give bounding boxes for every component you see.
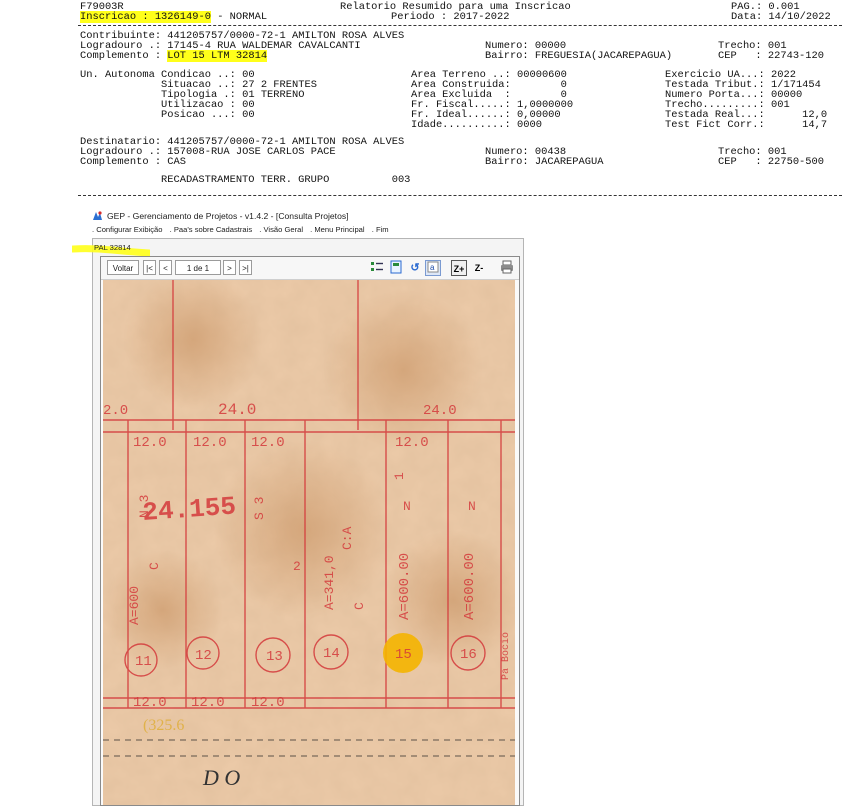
plan-vertical-text: A=600	[127, 586, 142, 625]
plan-drawing: 2.0 24.0 24.0 12.0 12.0 12.0 12.0 24.155…	[103, 280, 515, 805]
lot-number: 14	[323, 646, 340, 662]
dest-cep: CEP : 22750-500	[718, 156, 825, 168]
exercicio-block: Exercicio UA...: 2022 Testada Tribut.: 1…	[665, 69, 828, 131]
back-button[interactable]: Voltar	[107, 260, 139, 275]
first-page-icon[interactable]: |<	[143, 260, 156, 275]
inscricao-status: - NORMAL	[210, 11, 268, 23]
plan-vertical-text: A=600.00	[397, 553, 413, 620]
lot-number: 12	[195, 648, 212, 664]
svg-text:a: a	[430, 263, 435, 272]
complemento-line: Complemento : LOT 15 LTM 32814	[80, 50, 268, 62]
next-page-icon[interactable]: >	[223, 260, 236, 275]
dim-label: 24.0	[423, 403, 457, 419]
lot-number: 16	[460, 647, 477, 663]
zoom-out-icon[interactable]: Z-	[471, 260, 487, 276]
plan-vertical-text: A=341,0	[322, 555, 337, 610]
fit-page-icon[interactable]	[388, 260, 404, 276]
menu-item-visao-geral[interactable]: . Visão Geral	[259, 225, 303, 234]
complemento-highlight: LOT 15 LTM 32814	[167, 50, 268, 62]
tab-pal[interactable]: PAL 32814	[94, 243, 131, 252]
viewer-toolbar: Voltar |< < 1 de 1 > >| ↺ a Z+ Z-	[101, 257, 519, 280]
cep: CEP : 22743-120	[718, 50, 825, 62]
lot-width-label: 12.0	[251, 435, 285, 451]
periodo: Periodo : 2017-2022	[391, 11, 510, 23]
gep-window: GEP - Gerenciamento de Projetos - v1.4.2…	[69, 208, 526, 806]
page-indicator-input[interactable]: 1 de 1	[175, 260, 221, 275]
menu-item-fim[interactable]: . Fim	[372, 225, 389, 234]
scanned-plan-image: 2.0 24.0 24.0 12.0 12.0 12.0 12.0 24.155…	[103, 280, 515, 805]
lot-number: 11	[135, 654, 152, 670]
lot-number: 13	[266, 649, 283, 665]
plan-vertical-text: C	[352, 602, 367, 610]
plan-vertical-text: C:A	[340, 526, 355, 550]
lot-width-label: 12.0	[395, 435, 429, 451]
area-block: Area Terreno ..: 00000600 Area Construid…	[411, 69, 574, 131]
unidade-autonoma-block: Un. Autonoma Condicao ..: 00 Situacao ..…	[80, 69, 317, 121]
inscricao-line: Inscricao : 1326149-0 - NORMAL	[80, 11, 268, 23]
complemento-label: Complemento :	[80, 50, 168, 62]
lot-width-label: 12.0	[193, 435, 227, 451]
dest-complemento: Complemento : CAS	[80, 156, 187, 168]
plan-code-label: (325.6	[143, 717, 184, 734]
menu-item-paas[interactable]: . Paa's sobre Cadastrais	[170, 225, 253, 234]
plan-vertical-text: S 3	[252, 497, 267, 520]
refresh-icon[interactable]: ↺	[407, 260, 423, 276]
recadastramento: RECADASTRAMENTO TERR. GRUPO 003	[161, 174, 411, 186]
print-icon[interactable]	[499, 260, 515, 276]
lot-width-label: 12.0	[133, 695, 167, 711]
plan-vertical-text: Pa Bocio	[500, 632, 512, 680]
lot-number: 15	[395, 647, 412, 663]
separator	[78, 25, 842, 26]
window-title-bar: GEP - Gerenciamento de Projetos - v1.4.2…	[92, 210, 349, 221]
last-page-icon[interactable]: >|	[239, 260, 252, 275]
text-icon[interactable]: a	[425, 260, 441, 276]
bairro: Bairro: FREGUESIA(JACAREPAGUA)	[485, 50, 673, 62]
dest-bairro: Bairro: JACAREPAGUA	[485, 156, 604, 168]
menu-bar: . Configurar Exibição . Paa's sobre Cada…	[92, 225, 394, 234]
viewer-panel: Voltar |< < 1 de 1 > >| ↺ a Z+ Z- 2.0 24…	[100, 256, 520, 806]
plan-bottom-text: D O	[202, 765, 240, 790]
plan-vertical-text: N 3	[137, 495, 152, 518]
inscricao-highlight: Inscricao : 1326149-0	[80, 11, 211, 23]
menu-item-configurar[interactable]: . Configurar Exibição	[92, 225, 163, 234]
dim-label: 24.0	[218, 401, 256, 419]
prev-page-icon[interactable]: <	[159, 260, 172, 275]
layout-icon[interactable]	[369, 260, 385, 276]
lot-width-label: 12.0	[133, 435, 167, 451]
lot-width-label: 12.0	[251, 695, 285, 711]
zoom-in-icon[interactable]: Z+	[451, 260, 467, 276]
plan-vertical-text: 2	[293, 559, 301, 574]
plan-vertical-text: C	[147, 562, 162, 570]
logo-icon	[92, 210, 103, 221]
lot-width-label: 12.0	[191, 695, 225, 711]
plan-vertical-text: 1	[392, 472, 407, 480]
separator	[78, 195, 842, 196]
window-title: GEP - Gerenciamento de Projetos - v1.4.2…	[107, 211, 349, 221]
dim-label: 2.0	[103, 403, 128, 419]
menu-item-menu-principal[interactable]: . Menu Principal	[310, 225, 364, 234]
plan-vertical-text: N	[403, 499, 411, 514]
report-date: Data: 14/10/2022	[731, 11, 831, 23]
plan-vertical-text: A=600.00	[462, 553, 478, 620]
plan-vertical-text: N	[468, 499, 476, 514]
